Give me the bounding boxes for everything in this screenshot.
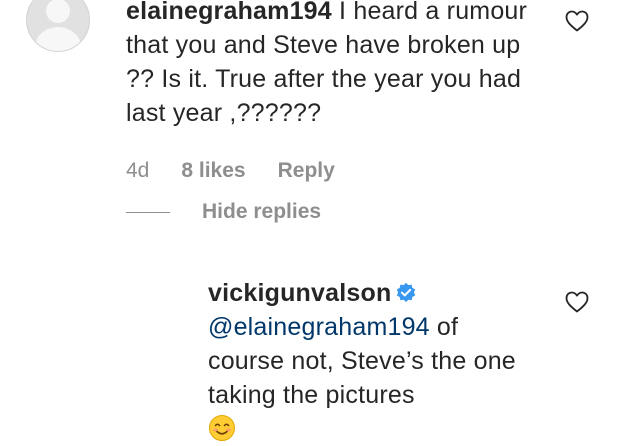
reply-mention[interactable]: @elainegraham194 xyxy=(208,313,430,341)
comment-text: elainegraham194 I heard a rumour that yo… xyxy=(126,0,546,130)
reply-button[interactable]: Reply xyxy=(278,159,335,183)
hide-replies-toggle[interactable]: Hide replies xyxy=(126,197,321,227)
avatar-body-shape xyxy=(35,27,81,51)
reply-username[interactable]: vickigunvalson xyxy=(208,279,391,307)
reply-text: vickigunvalson @elainegraham194 of cours… xyxy=(208,276,538,446)
comment-username[interactable]: elainegraham194 xyxy=(126,0,332,25)
smiling-face-emoji xyxy=(209,415,235,441)
replies-divider-line xyxy=(126,211,170,213)
comment-meta-row: 4d 8 likes Reply xyxy=(126,156,335,186)
verified-badge-icon xyxy=(397,282,416,302)
comment-time[interactable]: 4d xyxy=(126,159,149,183)
hide-replies-label[interactable]: Hide replies xyxy=(202,200,321,224)
avatar[interactable] xyxy=(26,0,90,52)
comment-likes[interactable]: 8 likes xyxy=(181,159,245,183)
heart-icon[interactable] xyxy=(565,291,589,313)
avatar-head-shape xyxy=(46,0,70,23)
heart-icon[interactable] xyxy=(565,10,589,32)
